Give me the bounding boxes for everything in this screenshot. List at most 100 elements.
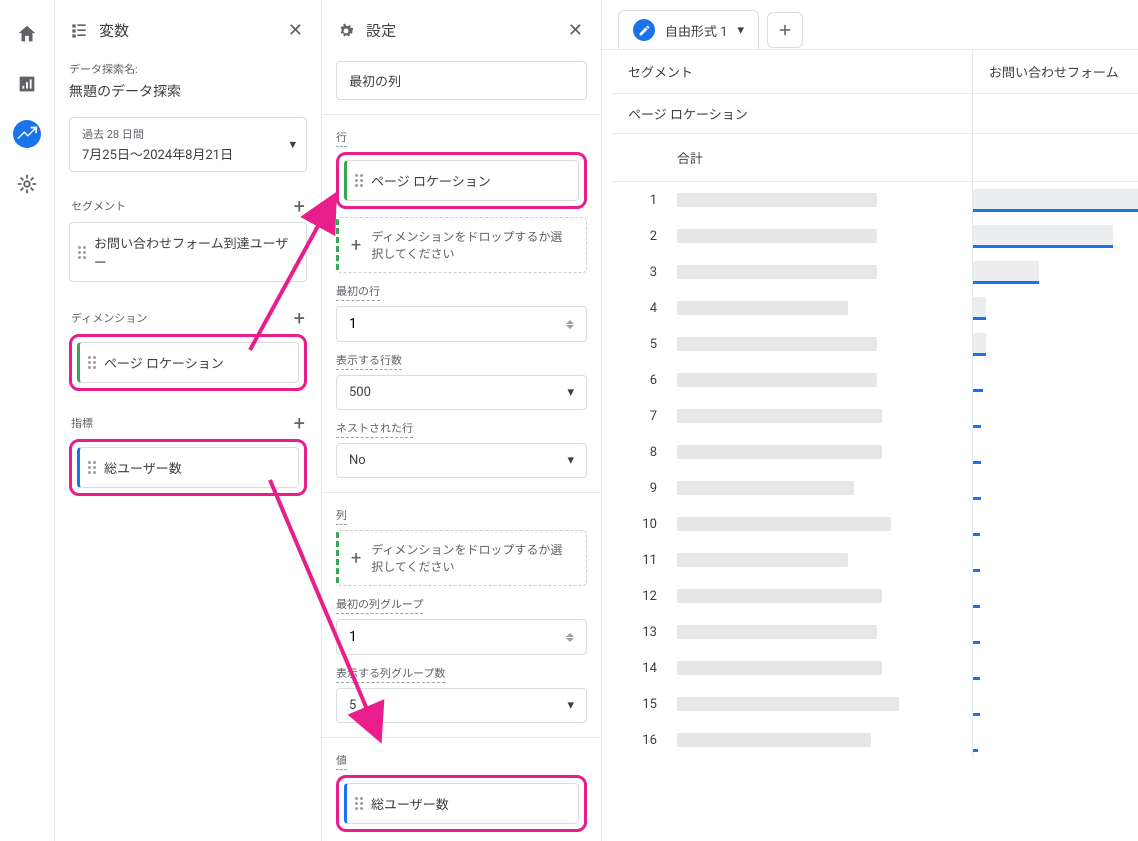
row-metric-bar <box>972 506 1138 542</box>
values-chip-label: 総ユーザー数 <box>371 794 449 813</box>
row-number: 15 <box>612 697 667 712</box>
row-dimension-value <box>667 697 972 711</box>
table-row[interactable]: 14 <box>612 650 1138 686</box>
row-metric-bar <box>972 470 1138 506</box>
row-number: 8 <box>612 445 667 460</box>
nav-ads-icon[interactable] <box>13 170 41 198</box>
row-metric-bar <box>972 290 1138 326</box>
dimension-chip-page-location[interactable]: ページ ロケーション <box>77 342 299 383</box>
table-row[interactable]: 1 <box>612 182 1138 218</box>
row-number: 11 <box>612 553 667 568</box>
nav-explore-icon[interactable] <box>13 120 41 148</box>
rows-dropzone[interactable]: + ディメンションをドロップするか選択してください <box>336 217 587 273</box>
col-group-count-select[interactable]: 5 ▾ <box>336 688 587 723</box>
cols-dropzone[interactable]: + ディメンションをドロップするか選択してください <box>336 530 587 586</box>
cols-dropzone-label: ディメンションをドロップするか選択してください <box>371 541 574 575</box>
table-row[interactable]: 9 <box>612 470 1138 506</box>
close-variables-button[interactable]: ✕ <box>284 16 307 45</box>
date-preset-label: 過去 28 日間 <box>82 126 294 142</box>
row-metric-bar <box>972 182 1138 218</box>
table-row[interactable]: 3 <box>612 254 1138 290</box>
date-range-selector[interactable]: 過去 28 日間 7月25日〜2024年8月21日 ▾ <box>69 117 307 172</box>
first-col-group-value[interactable] <box>349 629 566 645</box>
nested-rows-select[interactable]: No ▾ <box>336 443 587 478</box>
row-dimension-value <box>667 193 972 207</box>
tab-freeform-1[interactable]: 自由形式 1 ▾ <box>618 10 759 49</box>
row-count-value: 500 <box>349 385 371 400</box>
row-metric-bar <box>972 578 1138 614</box>
metric-chip-total-users[interactable]: 総ユーザー数 <box>77 447 299 488</box>
row-number: 3 <box>612 265 667 280</box>
first-row-input[interactable] <box>336 306 587 342</box>
row-dimension-value <box>667 625 972 639</box>
table-row[interactable]: 13 <box>612 614 1138 650</box>
table-row[interactable]: 10 <box>612 506 1138 542</box>
exploration-name-label: データ探索名: <box>69 61 307 77</box>
row-number: 16 <box>612 733 667 748</box>
table-row[interactable]: 2 <box>612 218 1138 254</box>
rows-section-label: 行 <box>336 129 347 147</box>
segments-section-label: セグメント <box>71 198 126 214</box>
dimension-chip-label: ページ ロケーション <box>104 353 224 372</box>
spinner-icon[interactable] <box>566 633 574 642</box>
rows-chip-page-location[interactable]: ページ ロケーション <box>344 160 579 201</box>
table-row[interactable]: 8 <box>612 434 1138 470</box>
table-row[interactable]: 15 <box>612 686 1138 722</box>
table-row[interactable]: 7 <box>612 398 1138 434</box>
gear-icon <box>336 21 356 41</box>
table-row[interactable]: 5 <box>612 326 1138 362</box>
dimensions-section-label: ディメンション <box>71 310 147 326</box>
values-chip-total-users[interactable]: 総ユーザー数 <box>344 783 579 824</box>
tab-bar: 自由形式 1 ▾ <box>602 0 1138 49</box>
metric-chip-label: 総ユーザー数 <box>104 458 182 477</box>
table-row[interactable]: 16 <box>612 722 1138 758</box>
spinner-icon[interactable] <box>566 320 574 329</box>
grip-icon <box>355 174 363 187</box>
report-area: 自由形式 1 ▾ セグメント お問い合わせフォーム ページ ロケーション 合計 … <box>602 0 1138 841</box>
nav-home-icon[interactable] <box>13 20 41 48</box>
row-number: 7 <box>612 409 667 424</box>
row-metric-bar <box>972 434 1138 470</box>
first-col-group-label: 最初の列グループ <box>336 596 423 614</box>
segment-compare-select[interactable]: 最初の列 ▾ <box>336 61 587 100</box>
add-dimension-button[interactable]: + <box>294 308 305 328</box>
report-subheader-dimension: ページ ロケーション <box>612 94 972 133</box>
table-row[interactable]: 6 <box>612 362 1138 398</box>
add-segment-button[interactable]: + <box>294 196 305 216</box>
row-dimension-value <box>667 661 972 675</box>
row-dimension-value <box>667 265 972 279</box>
row-metric-bar <box>972 398 1138 434</box>
first-col-group-input[interactable] <box>336 619 587 655</box>
report-header-metric: お問い合わせフォーム <box>972 50 1138 93</box>
row-number: 9 <box>612 481 667 496</box>
table-row[interactable]: 11 <box>612 542 1138 578</box>
caret-down-icon: ▾ <box>567 385 574 400</box>
row-metric-bar <box>972 218 1138 254</box>
plus-icon: + <box>351 235 361 256</box>
exploration-name-value: 無題のデータ探索 <box>69 81 307 101</box>
table-row[interactable]: 4 <box>612 290 1138 326</box>
first-row-value[interactable] <box>349 316 566 332</box>
row-metric-bar <box>972 542 1138 578</box>
date-range-value: 7月25日〜2024年8月21日 <box>82 144 294 163</box>
row-metric-bar <box>972 722 1138 758</box>
table-row[interactable]: 12 <box>612 578 1138 614</box>
caret-down-icon: ▾ <box>567 453 574 468</box>
exploration-name-field[interactable]: データ探索名: 無題のデータ探索 <box>69 61 307 101</box>
add-metric-button[interactable]: + <box>294 413 305 433</box>
nested-rows-label: ネストされた行 <box>336 420 413 438</box>
close-settings-button[interactable]: ✕ <box>564 16 587 45</box>
settings-panel: 設定 ✕ 最初の列 ▾ 行 ページ ロケーション + ディメンションをドロップす… <box>322 0 602 841</box>
grip-icon <box>88 461 96 474</box>
variables-header: 変数 ✕ <box>55 0 321 61</box>
row-number: 1 <box>612 193 667 208</box>
settings-header: 設定 ✕ <box>322 0 601 61</box>
segment-compare-value: 最初の列 <box>349 71 401 90</box>
add-tab-button[interactable] <box>767 12 803 48</box>
row-number: 13 <box>612 625 667 640</box>
segment-chip[interactable]: お問い合わせフォーム到達ユーザー <box>69 222 307 282</box>
rows-dropzone-label: ディメンションをドロップするか選択してください <box>371 228 574 262</box>
row-count-select[interactable]: 500 ▾ <box>336 375 587 410</box>
nav-reports-icon[interactable] <box>13 70 41 98</box>
caret-down-icon[interactable]: ▾ <box>738 23 745 38</box>
